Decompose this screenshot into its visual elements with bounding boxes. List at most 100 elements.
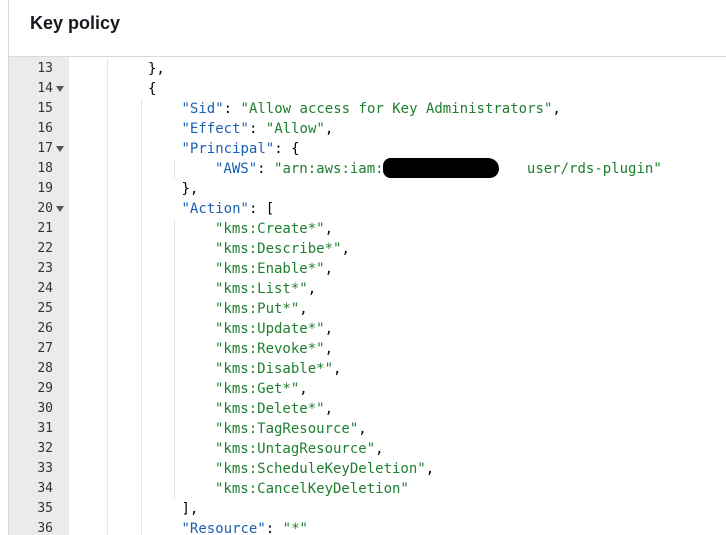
indent-guide [107,179,108,199]
indent-guide [107,399,108,419]
key-policy-panel: Key policy 13}, 14 {15 "Sid": "Allow access… [8,0,726,535]
indent-guide [107,299,108,319]
json-string: "kms:UntagResource" [215,441,376,457]
indent-guide [140,499,142,519]
fold-arrow-icon[interactable] [56,86,64,92]
json-punctuation: , [324,121,334,137]
line-number: 27 [37,341,53,356]
json-punctuation: , [425,461,435,477]
code-line[interactable]: 32 "kms:UntagResource", [9,439,726,459]
indent-guide [174,459,175,479]
code-line[interactable]: 18 "AWS": "arn:aws:iam:: user/rds-plugin" [9,159,726,179]
code-line[interactable]: 17 "Principal": { [9,139,726,159]
json-key: "Sid" [181,101,224,117]
code-line[interactable]: 19}, [9,179,726,199]
fold-arrow-icon[interactable] [56,206,64,212]
code-text: "Sid": "Allow access for Key Administrat… [182,99,561,119]
json-string: "arn:aws:iam:: [274,161,393,177]
code-line[interactable]: 23 "kms:Enable*", [9,259,726,279]
indent-guide [174,419,175,439]
line-number: 24 [37,281,53,296]
code-line[interactable]: 31 "kms:TagResource", [9,419,726,439]
json-punctuation: : { [274,141,300,157]
json-punctuation: : [257,161,275,177]
indent-guide [140,299,142,319]
json-punctuation: , [324,221,334,237]
json-string: "kms:ScheduleKeyDeletion" [215,461,426,477]
indent-guide [140,359,142,379]
code-text: "Effect": "Allow", [182,119,334,139]
indent-guide [107,139,108,159]
json-punctuation: : [223,101,241,117]
code-line[interactable]: 14 { [9,79,726,99]
json-string: "kms:Disable*" [215,361,334,377]
json-string: "kms:Describe*" [215,241,342,257]
code-text: "kms:Delete*", [215,399,333,419]
json-key: "Action" [181,201,249,217]
json-string: "kms:Update*" [215,321,325,337]
code-line[interactable]: 33 "kms:ScheduleKeyDeletion", [9,459,726,479]
indent-guide [140,159,142,179]
line-number: 26 [37,321,53,336]
code-text: "kms:Create*", [215,219,333,239]
indent-guide [174,259,175,279]
code-line[interactable]: 34 "kms:CancelKeyDeletion" [9,479,726,499]
json-string: "Allow access for Key Administrators" [240,101,553,117]
code-editor[interactable]: 13}, 14 {15 "Sid": "Allow access for Key Ad… [9,57,726,535]
json-punctuation: : [ [248,201,275,217]
json-string: "kms:Put*" [215,301,300,317]
json-string: "kms:Revoke*" [215,341,325,357]
json-key: "Principal" [181,141,275,157]
code-line[interactable]: 25 "kms:Put*", [9,299,726,319]
code-text: "kms:CancelKeyDeletion" [215,479,409,499]
json-punctuation: }, [181,181,199,197]
code-line[interactable]: 27 "kms:Revoke*", [9,339,726,359]
code-line[interactable]: 15 "Sid": "Allow access for Key Administr… [9,99,726,119]
code-line[interactable]: 35], [9,499,726,519]
panel-header: Key policy [9,0,726,57]
indent-guide [107,519,108,535]
code-text: "kms:Enable*", [215,259,333,279]
indent-guide [140,99,142,119]
line-number: 34 [37,481,53,496]
code-line[interactable]: 21 "kms:Create*", [9,219,726,239]
code-line[interactable]: 24 "kms:List*", [9,279,726,299]
json-punctuation: , [358,421,367,437]
code-line[interactable]: 30 "kms:Delete*", [9,399,726,419]
json-string: user/rds-plugin" [526,161,662,177]
indent-guide [107,359,108,379]
json-punctuation: , [333,361,342,377]
line-number: 31 [37,421,53,436]
code-text: ], [182,499,199,519]
json-punctuation: ], [181,501,199,517]
line-number: 17 [37,141,53,156]
code-text: "Action": [ [182,199,275,219]
json-string: "kms:Get*" [215,381,300,397]
code-line[interactable]: 28 "kms:Disable*", [9,359,726,379]
code-text: "Resource": "*" [182,519,308,535]
code-line[interactable]: 16 "Effect": "Allow", [9,119,726,139]
code-text: "kms:Disable*", [215,359,341,379]
code-text: { [148,79,156,99]
indent-guide [174,479,175,499]
code-line[interactable]: 22 "kms:Describe*", [9,239,726,259]
code-text: "kms:TagResource", [215,419,367,439]
fold-arrow-icon[interactable] [56,146,64,152]
code-line[interactable]: 36 "Resource": "*" [9,519,726,535]
indent-guide [107,79,108,99]
code-line[interactable]: 26 "kms:Update*", [9,319,726,339]
code-line[interactable]: 20 "Action": [ [9,199,726,219]
indent-guide [140,339,142,359]
indent-guide [107,339,108,359]
code-text: "kms:Get*", [215,379,308,399]
code-text: "kms:Put*", [215,299,308,319]
code-line[interactable]: 29 "kms:Get*", [9,379,726,399]
indent-guide [107,419,108,439]
json-punctuation: , [375,441,384,457]
line-number: 25 [37,301,53,316]
indent-guide [140,219,142,239]
json-punctuation: , [299,381,308,397]
code-text: }, [148,59,165,79]
indent-guide [140,239,142,259]
code-line[interactable]: 13}, [9,59,726,79]
